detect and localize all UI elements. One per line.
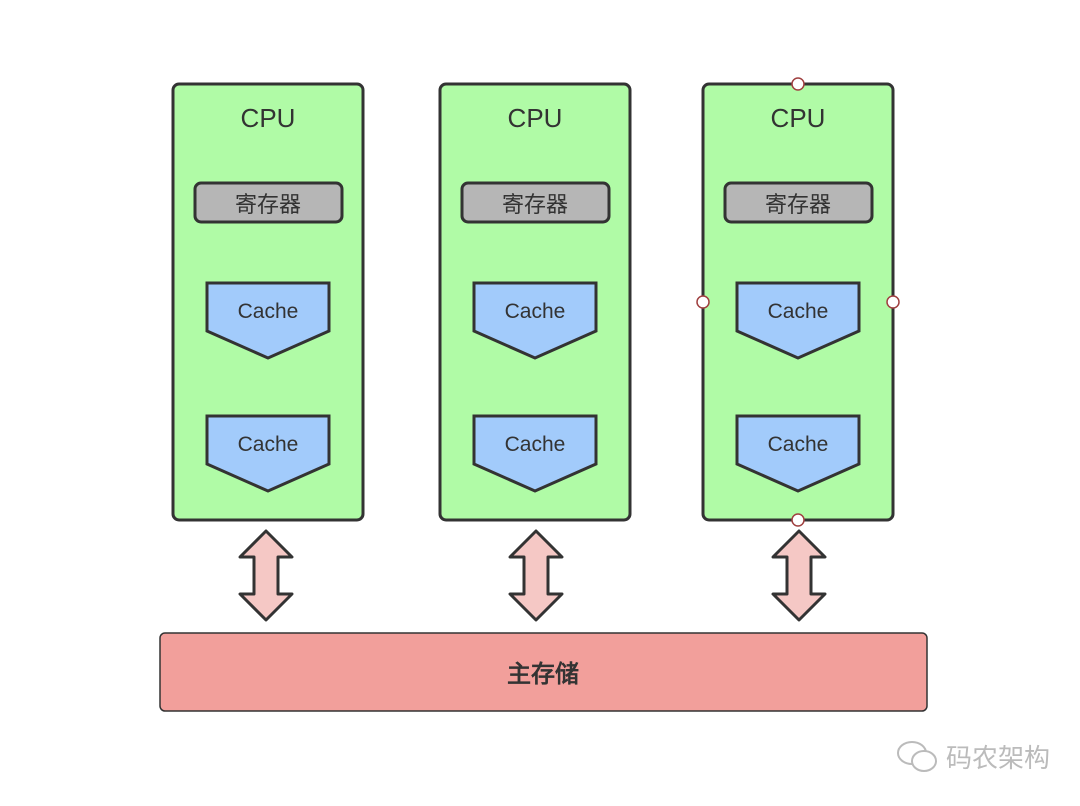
watermark: 码农架构 [896, 738, 1050, 775]
bidirectional-arrow [238, 529, 294, 622]
cpu-label: CPU [508, 103, 563, 133]
register-label: 寄存器 [765, 192, 831, 217]
watermark-text: 码农架构 [946, 744, 1051, 774]
cpu-label: CPU [241, 103, 296, 133]
cache-label: Cache [768, 300, 829, 323]
selection-handle [791, 77, 805, 91]
register-label: 寄存器 [502, 192, 568, 217]
main-memory-label: 主存储 [507, 660, 579, 688]
cpu-block: CPU 寄存器 Cache Cache [701, 82, 895, 522]
selection-handle [886, 295, 900, 309]
bidirectional-arrow [508, 529, 564, 622]
wechat-icon [897, 740, 937, 772]
bidirectional-arrow [771, 529, 827, 622]
cache-label: Cache [505, 300, 566, 323]
register-label: 寄存器 [235, 192, 301, 217]
diagram: CPU 寄存器 Cache Cache CPU 寄存器 Cache Cache CPU 寄存器 Ca… [0, 0, 1080, 806]
selection-handle [791, 513, 805, 527]
cpu-label: CPU [771, 103, 826, 133]
cpu-block: CPU 寄存器 Cache Cache [438, 82, 632, 522]
diagram-canvas: CPU 寄存器 Cache Cache CPU 寄存器 Cache Cache CPU 寄存器 Ca… [159, 77, 928, 712]
selection-handle [696, 295, 710, 309]
cache-label: Cache [505, 433, 566, 456]
cache-label: Cache [238, 300, 299, 323]
cpu-block: CPU 寄存器 Cache Cache [171, 82, 365, 522]
cache-label: Cache [238, 433, 299, 456]
cache-label: Cache [768, 433, 829, 456]
